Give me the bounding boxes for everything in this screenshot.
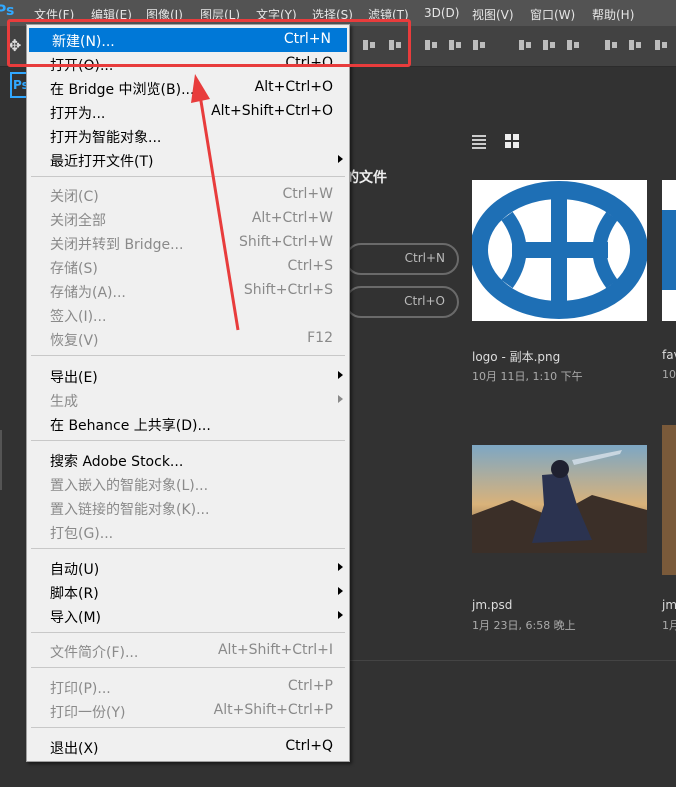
annotation-arrow-icon bbox=[191, 74, 240, 331]
